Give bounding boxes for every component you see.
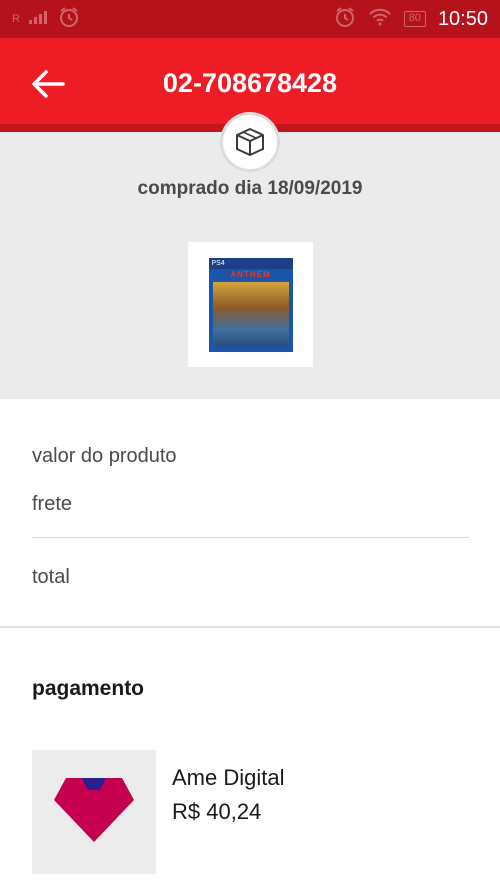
signal-icon [28, 9, 50, 30]
product-image[interactable]: PS4 ANTHEM [188, 242, 313, 367]
wifi-icon [368, 8, 392, 31]
status-faded-icons: 80 [334, 6, 426, 33]
cover-illustration [212, 281, 289, 346]
payment-method-name: Ame Digital [172, 765, 285, 790]
platform-label: PS4 [208, 257, 293, 269]
status-time: 10:50 [437, 7, 488, 30]
hero-divider [0, 398, 500, 399]
payment-amount: R$ 40,24 [172, 799, 262, 824]
game-cover-art: PS4 ANTHEM [208, 257, 293, 352]
carrier-glyph: R [12, 13, 20, 25]
game-title-art: ANTHEM [230, 269, 271, 279]
status-right-group: 80 10:50 [334, 6, 488, 33]
alarm-icon [334, 6, 356, 33]
summary-row-total: total [32, 566, 70, 588]
alarm-icon [58, 6, 80, 33]
battery-icon: 80 [403, 11, 426, 27]
order-number-title: 02-708678428 [162, 68, 338, 98]
payment-method-card [32, 750, 156, 874]
purchase-date: comprado dia 18/09/2019 [137, 178, 363, 199]
summary-row-product-value: valor do produto [32, 445, 177, 467]
section-divider [0, 626, 500, 628]
package-box-icon [220, 112, 280, 172]
payment-section-title: pagamento [32, 677, 145, 700]
summary-divider [32, 537, 469, 538]
summary-row-shipping: frete [32, 493, 73, 515]
ame-digital-logo-icon [52, 774, 136, 851]
status-bar: R 80 10:50 [0, 0, 500, 38]
status-left-group: R [12, 6, 80, 33]
